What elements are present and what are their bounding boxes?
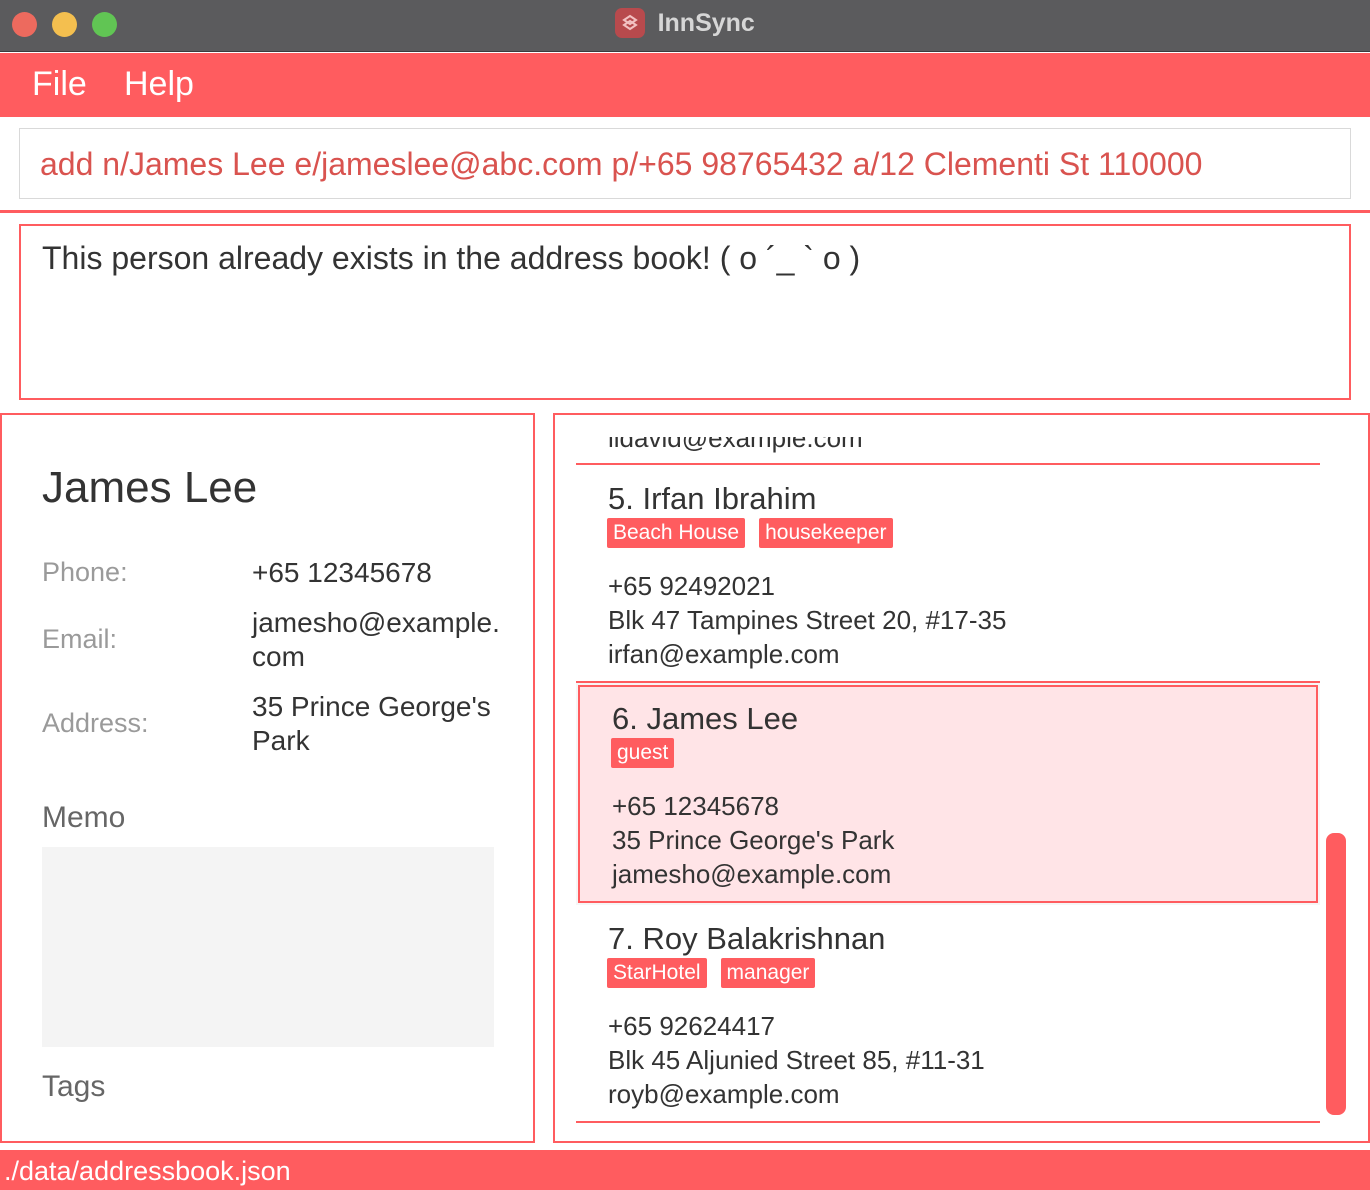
phone-label: Phone: [42, 557, 128, 587]
list-item-selected[interactable]: 6. James Lee guest +65 12345678 35 Princ… [578, 685, 1318, 903]
email-label: Email: [42, 624, 118, 654]
list-item[interactable]: 5. Irfan Ibrahim Beach House housekeeper … [576, 465, 1320, 683]
list-item-partial[interactable]: lidavid@example.com [576, 437, 1320, 465]
person-list[interactable]: lidavid@example.com 5. Irfan Ibrahim Bea… [576, 437, 1320, 1123]
list-item-tags: guest [611, 738, 688, 768]
list-item-address: Blk 47 Tampines Street 20, #17-35 [608, 605, 1007, 635]
list-item-tags: StarHotel manager [607, 958, 829, 988]
list-item-title: 6. James Lee [612, 701, 799, 736]
command-input[interactable] [40, 141, 1330, 187]
list-item-email: irfan@example.com [608, 639, 840, 669]
list-item-email: lidavid@example.com [608, 437, 863, 453]
list-item-email: jamesho@example.com [612, 859, 892, 889]
email-value: jamesho@example.com [252, 607, 500, 672]
tag-badge: manager [720, 958, 816, 988]
tag-badge: Beach House [607, 518, 746, 548]
phone-value: +65 12345678 [252, 557, 432, 588]
list-item-address: Blk 45 Aljunied Street 85, #11-31 [608, 1045, 985, 1075]
list-item[interactable]: 7. Roy Balakrishnan StarHotel manager +65… [576, 905, 1320, 1123]
menu-help[interactable]: Help [124, 65, 194, 104]
list-scrollbar[interactable] [1326, 833, 1346, 1115]
window-title: InnSync [657, 8, 755, 37]
menu-file[interactable]: File [32, 65, 87, 104]
list-item-phone: +65 92492021 [608, 571, 776, 601]
memo-field[interactable] [42, 847, 494, 1047]
menu-bar: File Help [0, 53, 1370, 117]
list-item-phone: +65 92624417 [608, 1011, 776, 1041]
address-label: Address: [42, 708, 149, 738]
list-item-address: 35 Prince George's Park [612, 825, 895, 855]
tags-title: Tags [42, 1070, 106, 1103]
result-message: This person already exists in the addres… [42, 240, 861, 276]
tag-badge: housekeeper [759, 518, 893, 548]
memo-title: Memo [42, 801, 126, 834]
list-item-tags: Beach House housekeeper [607, 518, 907, 548]
result-display: This person already exists in the addres… [19, 224, 1351, 400]
command-divider [0, 210, 1370, 213]
save-location-path: ./data/addressbook.json [4, 1156, 291, 1186]
command-box [19, 128, 1351, 199]
person-detail-panel: James Lee Phone: +65 12345678 Email: jam… [0, 413, 535, 1143]
list-item-title: 7. Roy Balakrishnan [608, 921, 886, 956]
list-item-title: 5. Irfan Ibrahim [608, 481, 817, 516]
title-bar: InnSync [0, 0, 1370, 52]
address-value: 35 Prince George's Park [252, 691, 491, 756]
list-item-email: royb@example.com [608, 1079, 840, 1109]
list-item-phone: +65 12345678 [612, 791, 780, 821]
tag-badge: StarHotel [607, 958, 707, 988]
tag-badge: guest [611, 738, 675, 768]
window-title-group: InnSync [0, 8, 1370, 40]
person-list-panel: lidavid@example.com 5. Irfan Ibrahim Bea… [553, 413, 1370, 1143]
app-logo-icon [615, 8, 646, 38]
status-bar: ./data/addressbook.json [0, 1150, 1370, 1190]
detail-name: James Lee [42, 463, 258, 512]
